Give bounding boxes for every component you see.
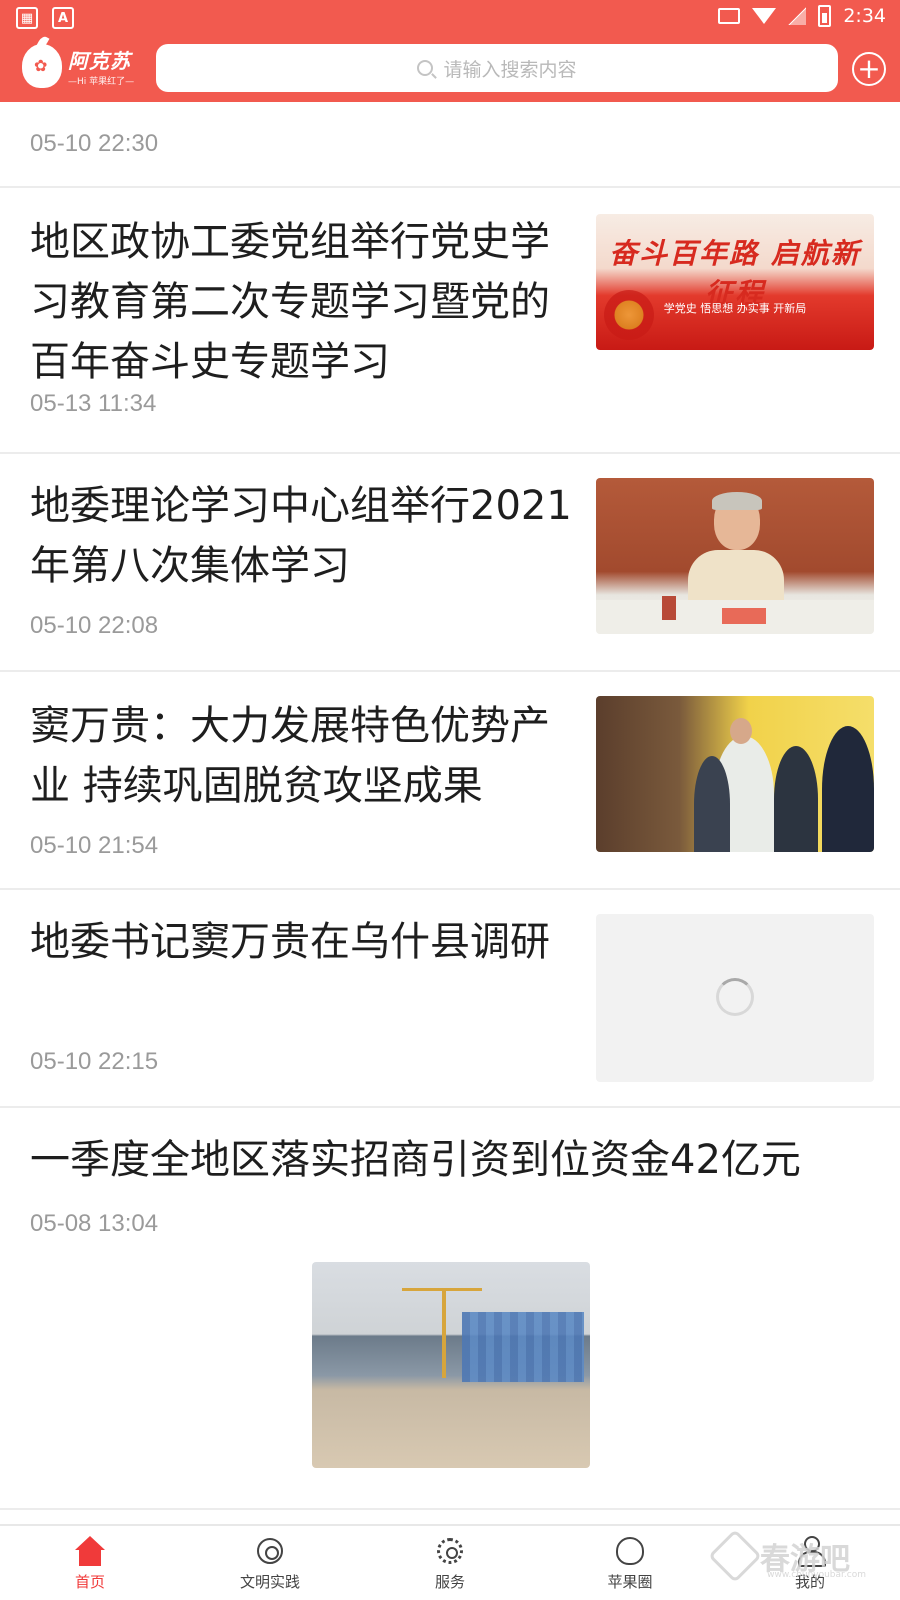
logo-name: 阿克苏 (68, 49, 131, 73)
status-bar: ▦ A 2:34 (0, 0, 900, 36)
news-item[interactable]: 窦万贵：大力发展特色优势产业 持续巩固脱贫攻坚成果 05-10 21:54 (0, 672, 900, 888)
news-title: 窦万贵：大力发展特色优势产业 持续巩固脱贫攻坚成果 (30, 703, 550, 809)
search-bar[interactable]: 请输入搜索内容 (156, 44, 838, 92)
nav-home[interactable]: 首页 (0, 1526, 180, 1600)
search-placeholder: 请输入搜索内容 (443, 58, 577, 81)
image-icon: ▦ (16, 7, 38, 29)
nav-apple-circle[interactable]: 苹果圈 (540, 1526, 720, 1600)
news-title: 地委理论学习中心组举行2021年第八次集体学习 (30, 483, 572, 589)
nav-civilization[interactable]: 文明实践 (180, 1526, 360, 1600)
news-time: 05-13 11:34 (30, 390, 157, 417)
app-logo[interactable]: 阿克苏 —Hi 苹果红了— (22, 44, 134, 88)
news-thumbnail (596, 696, 874, 852)
news-image (312, 1262, 590, 1468)
news-time: 05-10 22:15 (30, 1048, 159, 1075)
wifi-icon (752, 8, 777, 24)
watermark-logo-icon (708, 1529, 762, 1583)
app-header: ▦ A 2:34 阿克苏 —Hi 苹果红了— 请输入搜索内容 + (0, 0, 900, 102)
status-time: 2:34 (843, 5, 886, 27)
news-title: 地区政协工委党组举行党史学习教育第二次专题学习暨党的百年奋斗史专题学习 (30, 219, 550, 385)
news-item[interactable]: 地区政协工委党组举行党史学习教育第二次专题学习暨党的百年奋斗史专题学习 05-1… (0, 188, 900, 450)
nav-label: 苹果圈 (607, 1572, 653, 1591)
news-thumbnail (596, 478, 874, 634)
list-item[interactable]: 05-10 22:30 (0, 102, 900, 186)
nameplate (722, 608, 766, 624)
news-title: 一季度全地区落实招商引资到位资金42亿元 (30, 1137, 801, 1183)
apple-icon (616, 1536, 644, 1565)
news-time: 05-08 13:04 (30, 1210, 159, 1237)
divider (0, 1508, 900, 1510)
speaker-figure (688, 492, 784, 610)
search-icon (417, 60, 434, 76)
news-thumbnail-loading (596, 914, 874, 1082)
home-icon (75, 1535, 105, 1566)
logo-slogan: —Hi 苹果红了— (68, 77, 135, 87)
news-item[interactable]: 地委理论学习中心组举行2021年第八次集体学习 05-10 22:08 (0, 454, 900, 670)
crane-icon (402, 1288, 482, 1378)
a-icon: A (52, 7, 74, 29)
news-time: 05-10 22:08 (30, 612, 159, 639)
signal-icon (788, 7, 807, 25)
vibrate-icon (718, 8, 741, 24)
building-icon (462, 1312, 584, 1382)
watermark-url: www.chunyoubar.com (767, 1570, 866, 1580)
nav-label: 文明实践 (239, 1572, 300, 1591)
gear-icon (437, 1537, 463, 1564)
apple-logo-icon (22, 44, 62, 88)
item-time: 05-10 22:30 (30, 130, 159, 157)
medal-icon (257, 1537, 283, 1564)
news-item[interactable]: 一季度全地区落实招商引资到位资金42亿元 05-08 13:04 (0, 1108, 900, 1508)
news-thumbnail: 奋斗百年路 启航新征程 学党史 悟思想 办实事 开新局 (596, 214, 874, 350)
news-title: 地委书记窦万贵在乌什县调研 (30, 919, 550, 965)
plus-circle-icon[interactable]: + (852, 52, 886, 86)
watermark: 春游吧 www.chunyoubar.com (708, 1526, 886, 1586)
news-item[interactable]: 地委书记窦万贵在乌什县调研 05-10 22:15 (0, 890, 900, 1106)
nav-label: 服务 (434, 1572, 465, 1591)
news-time: 05-10 21:54 (30, 832, 159, 859)
battery-icon (818, 5, 832, 27)
cup-icon (662, 596, 676, 620)
loading-spinner-icon (716, 978, 754, 1016)
thumb-subtitle: 学党史 悟思想 办实事 开新局 (663, 302, 807, 315)
nav-label: 首页 (74, 1572, 105, 1591)
nav-service[interactable]: 服务 (360, 1526, 540, 1600)
